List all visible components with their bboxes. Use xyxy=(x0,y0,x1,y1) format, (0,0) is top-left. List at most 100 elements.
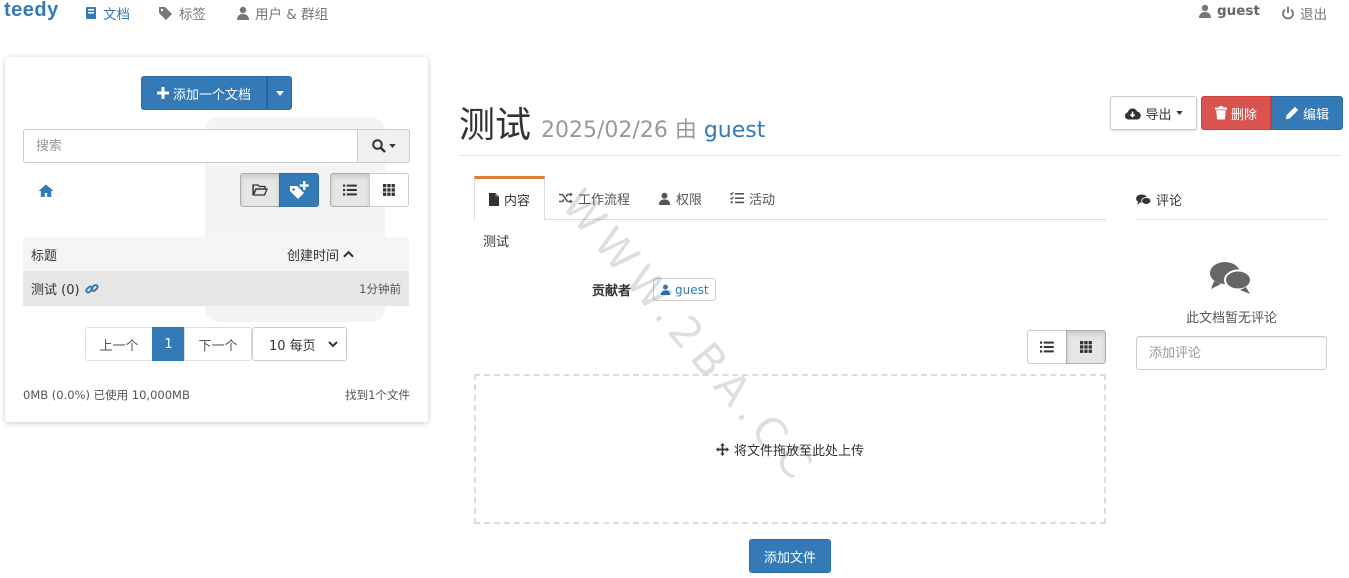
document-meta: 2025/02/26 由 guest xyxy=(541,112,765,144)
nav-user-menu[interactable]: guest xyxy=(1198,3,1260,19)
list-view-button[interactable] xyxy=(330,173,370,207)
grid-view-button[interactable] xyxy=(369,173,409,207)
list-check-icon xyxy=(730,192,745,204)
no-comments-text: 此文档暂无评论 xyxy=(1185,311,1277,326)
document-actions: 导出 删除 编辑 xyxy=(1110,96,1343,130)
column-created-label: 创建时间 xyxy=(286,248,339,264)
move-icon xyxy=(715,442,729,456)
row-title-text: 测试 (0) xyxy=(31,283,80,298)
document-author[interactable]: guest xyxy=(704,118,766,143)
file-view-toggle xyxy=(1027,330,1106,364)
nav-users-label: 用户 & 群组 xyxy=(255,7,329,23)
list-grid-toggle xyxy=(330,173,409,207)
add-comment-input[interactable] xyxy=(1136,336,1327,370)
document-by: 由 xyxy=(674,118,697,143)
search-icon xyxy=(371,139,386,153)
tab-content-label: 内容 xyxy=(504,194,531,209)
grid-icon xyxy=(383,184,395,196)
caret-down-icon xyxy=(1175,111,1183,115)
nav-logout-label: 退出 xyxy=(1300,7,1327,23)
nav-documents-label: 文档 xyxy=(103,7,130,23)
caret-down-icon xyxy=(275,90,284,96)
search-bar xyxy=(23,129,410,163)
search-options-button[interactable] xyxy=(358,129,410,163)
chevron-up-icon xyxy=(343,250,354,258)
add-document-dropdown[interactable] xyxy=(267,76,292,110)
per-page-select[interactable]: 10 每页 xyxy=(252,327,347,361)
folder-open-icon xyxy=(252,184,268,196)
brand-logo[interactable]: teedy xyxy=(4,0,59,22)
comments-header: 评论 xyxy=(1136,190,1182,209)
document-header: 测试 2025/02/26 由 guest xyxy=(459,96,765,148)
tags-icon xyxy=(159,7,172,20)
caret-down-icon xyxy=(388,144,396,148)
nav-tags[interactable]: 标签 xyxy=(158,3,206,23)
document-description: 测试 xyxy=(483,235,510,250)
nav-documents[interactable]: 文档 xyxy=(84,3,130,23)
tab-permissions[interactable]: 权限 xyxy=(644,176,716,220)
document-title: 测试 xyxy=(459,105,532,146)
header-divider xyxy=(459,155,1341,156)
tab-activity-label: 活动 xyxy=(749,192,776,208)
row-title: 测试 (0) xyxy=(31,279,99,298)
page-1-button[interactable]: 1 xyxy=(152,327,185,361)
delete-button[interactable]: 删除 xyxy=(1201,96,1271,130)
comments-title: 评论 xyxy=(1156,194,1183,209)
pagination: 上一个 1 下一个 xyxy=(85,327,252,361)
search-input[interactable] xyxy=(23,129,358,163)
top-navbar: teedy 文档 标签 用户 & 群组 guest 退出 xyxy=(0,0,1349,24)
per-page-value: 10 每页 xyxy=(269,338,316,354)
file-list-view-button[interactable] xyxy=(1027,330,1067,364)
file-icon xyxy=(489,193,499,206)
document-date: 2025/02/26 xyxy=(541,118,668,143)
trash-icon xyxy=(1214,106,1227,120)
nav-username: guest xyxy=(1217,3,1260,19)
document-table-header: 标题 创建时间 xyxy=(23,237,409,271)
power-icon xyxy=(1282,6,1294,20)
chevron-down-icon xyxy=(328,340,338,347)
column-title[interactable]: 标题 xyxy=(31,245,57,264)
user-icon xyxy=(658,192,671,205)
next-page-button[interactable]: 下一个 xyxy=(184,327,252,361)
grid-icon xyxy=(1080,341,1092,353)
tab-permissions-label: 权限 xyxy=(676,192,703,208)
add-file-button[interactable]: 添加文件 xyxy=(749,539,831,573)
nav-logout[interactable]: 退出 xyxy=(1281,3,1327,23)
edit-button[interactable]: 编辑 xyxy=(1271,96,1343,130)
tag-plus-icon xyxy=(290,181,309,199)
tab-activity[interactable]: 活动 xyxy=(716,176,789,220)
prev-page-button[interactable]: 上一个 xyxy=(85,327,153,361)
view-mode-toggle xyxy=(240,173,319,207)
user-icon xyxy=(1199,4,1211,18)
link-icon xyxy=(84,283,99,294)
list-icon xyxy=(343,184,357,196)
export-button[interactable]: 导出 xyxy=(1110,96,1197,130)
add-document-label: 添加一个文档 xyxy=(172,87,251,103)
user-icon xyxy=(237,6,249,20)
nav-tags-label: 标签 xyxy=(179,7,206,23)
add-document-button[interactable]: 添加一个文档 xyxy=(141,76,267,110)
table-row[interactable]: 测试 (0) 1分钟前 xyxy=(23,271,409,306)
export-label: 导出 xyxy=(1145,107,1172,123)
nav-users-groups[interactable]: 用户 & 群组 xyxy=(236,3,328,23)
comments-icon xyxy=(1136,193,1151,205)
tab-content[interactable]: 内容 xyxy=(474,176,546,221)
pencil-icon xyxy=(1285,106,1299,120)
home-icon[interactable] xyxy=(38,183,54,199)
delete-label: 删除 xyxy=(1230,107,1257,123)
comments-large-icon xyxy=(1210,262,1252,294)
tag-view-button[interactable] xyxy=(279,173,319,207)
results-count: 找到1个文件 xyxy=(345,388,410,402)
plus-icon xyxy=(156,87,169,99)
file-grid-view-button[interactable] xyxy=(1066,330,1106,364)
list-icon xyxy=(1040,341,1054,353)
row-created: 1分钟前 xyxy=(359,281,401,296)
comments-divider xyxy=(1136,219,1327,220)
folder-view-button[interactable] xyxy=(240,173,280,207)
book-icon xyxy=(86,7,96,19)
column-created[interactable]: 创建时间 xyxy=(287,245,354,264)
edit-label: 编辑 xyxy=(1302,107,1329,123)
add-document-group: 添加一个文档 xyxy=(141,76,292,110)
storage-usage: 0MB (0.0%) 已使用 10,000MB xyxy=(23,388,190,402)
cloud-download-icon xyxy=(1125,107,1142,120)
